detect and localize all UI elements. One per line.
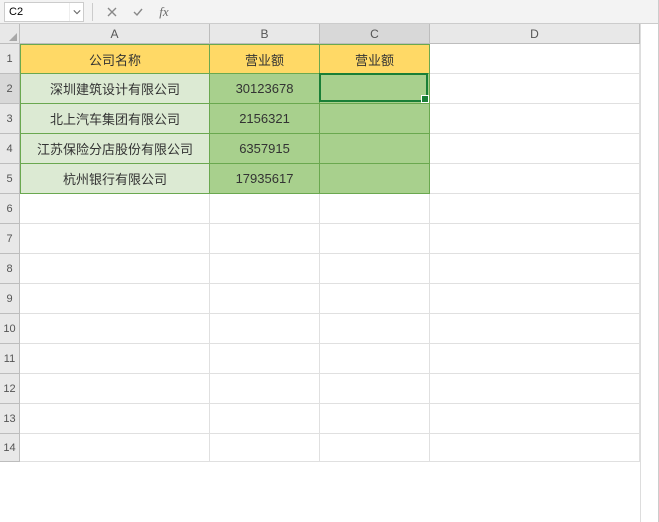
row-header-10[interactable]: 10	[0, 314, 20, 344]
name-box-dropdown[interactable]	[69, 3, 83, 21]
cell-D3[interactable]	[430, 104, 640, 134]
cell-B11[interactable]	[210, 344, 320, 374]
cell-C1[interactable]: 营业额	[320, 44, 430, 74]
check-icon	[132, 6, 144, 18]
cell-B10[interactable]	[210, 314, 320, 344]
cell-C12[interactable]	[320, 374, 430, 404]
cell-D1[interactable]	[430, 44, 640, 74]
cell-A8[interactable]	[20, 254, 210, 284]
cell-C2[interactable]	[320, 74, 430, 104]
cell-D5[interactable]	[430, 164, 640, 194]
row-header-6[interactable]: 6	[0, 194, 20, 224]
cell-B14[interactable]	[210, 434, 320, 462]
cell-A13[interactable]	[20, 404, 210, 434]
fx-icon: fx	[159, 4, 168, 20]
cell-C9[interactable]	[320, 284, 430, 314]
cell-A1[interactable]: 公司名称	[20, 44, 210, 74]
formula-input[interactable]	[179, 3, 654, 21]
cell-C6[interactable]	[320, 194, 430, 224]
cell-D6[interactable]	[430, 194, 640, 224]
cell-C11[interactable]	[320, 344, 430, 374]
row-header-8[interactable]: 8	[0, 254, 20, 284]
cell-B2[interactable]: 30123678	[210, 74, 320, 104]
cell-D10[interactable]	[430, 314, 640, 344]
row-header-1[interactable]: 1	[0, 44, 20, 74]
column-header-D[interactable]: D	[430, 24, 640, 44]
cell-B6[interactable]	[210, 194, 320, 224]
enter-button[interactable]	[127, 3, 149, 21]
fx-button[interactable]: fx	[153, 3, 175, 21]
column-header-B[interactable]: B	[210, 24, 320, 44]
cell-B3[interactable]: 2156321	[210, 104, 320, 134]
cell-D12[interactable]	[430, 374, 640, 404]
cell-D4[interactable]	[430, 134, 640, 164]
row-header-14[interactable]: 14	[0, 434, 20, 462]
cell-C14[interactable]	[320, 434, 430, 462]
cell-C10[interactable]	[320, 314, 430, 344]
cell-C7[interactable]	[320, 224, 430, 254]
select-all-corner[interactable]	[0, 24, 20, 44]
row-header-4[interactable]: 4	[0, 134, 20, 164]
cell-D11[interactable]	[430, 344, 640, 374]
cell-B5[interactable]: 17935617	[210, 164, 320, 194]
cell-C5[interactable]	[320, 164, 430, 194]
cell-C13[interactable]	[320, 404, 430, 434]
row-header-12[interactable]: 12	[0, 374, 20, 404]
row-header-5[interactable]: 5	[0, 164, 20, 194]
cell-D2[interactable]	[430, 74, 640, 104]
cell-A7[interactable]	[20, 224, 210, 254]
column-header-A[interactable]: A	[20, 24, 210, 44]
cancel-button[interactable]	[101, 3, 123, 21]
row-header-2[interactable]: 2	[0, 74, 20, 104]
cell-A4[interactable]: 江苏保险分店股份有限公司	[20, 134, 210, 164]
cell-B12[interactable]	[210, 374, 320, 404]
right-edge-line	[640, 24, 641, 522]
name-box[interactable]	[5, 3, 69, 21]
cell-D14[interactable]	[430, 434, 640, 462]
cell-D8[interactable]	[430, 254, 640, 284]
cell-B7[interactable]	[210, 224, 320, 254]
formula-bar: fx	[0, 0, 658, 24]
cell-A2[interactable]: 深圳建筑设计有限公司	[20, 74, 210, 104]
cell-D7[interactable]	[430, 224, 640, 254]
cell-B8[interactable]	[210, 254, 320, 284]
cell-D9[interactable]	[430, 284, 640, 314]
x-icon	[106, 6, 118, 18]
row-header-3[interactable]: 3	[0, 104, 20, 134]
cell-A6[interactable]	[20, 194, 210, 224]
row-header-13[interactable]: 13	[0, 404, 20, 434]
cell-A12[interactable]	[20, 374, 210, 404]
row-header-11[interactable]: 11	[0, 344, 20, 374]
cell-A14[interactable]	[20, 434, 210, 462]
cell-A3[interactable]: 北上汽车集团有限公司	[20, 104, 210, 134]
row-header-9[interactable]: 9	[0, 284, 20, 314]
cell-C4[interactable]	[320, 134, 430, 164]
separator	[92, 3, 93, 21]
cell-A11[interactable]	[20, 344, 210, 374]
cell-B9[interactable]	[210, 284, 320, 314]
cell-C8[interactable]	[320, 254, 430, 284]
cell-A10[interactable]	[20, 314, 210, 344]
worksheet[interactable]: ABCD 1234567891011121314 公司名称营业额营业额深圳建筑设…	[0, 24, 658, 522]
name-box-wrap	[4, 2, 84, 22]
cell-D13[interactable]	[430, 404, 640, 434]
cell-B1[interactable]: 营业额	[210, 44, 320, 74]
cell-B13[interactable]	[210, 404, 320, 434]
cell-A9[interactable]	[20, 284, 210, 314]
chevron-down-icon	[73, 8, 81, 16]
cell-A5[interactable]: 杭州银行有限公司	[20, 164, 210, 194]
column-header-C[interactable]: C	[320, 24, 430, 44]
cell-B4[interactable]: 6357915	[210, 134, 320, 164]
row-header-7[interactable]: 7	[0, 224, 20, 254]
cell-C3[interactable]	[320, 104, 430, 134]
